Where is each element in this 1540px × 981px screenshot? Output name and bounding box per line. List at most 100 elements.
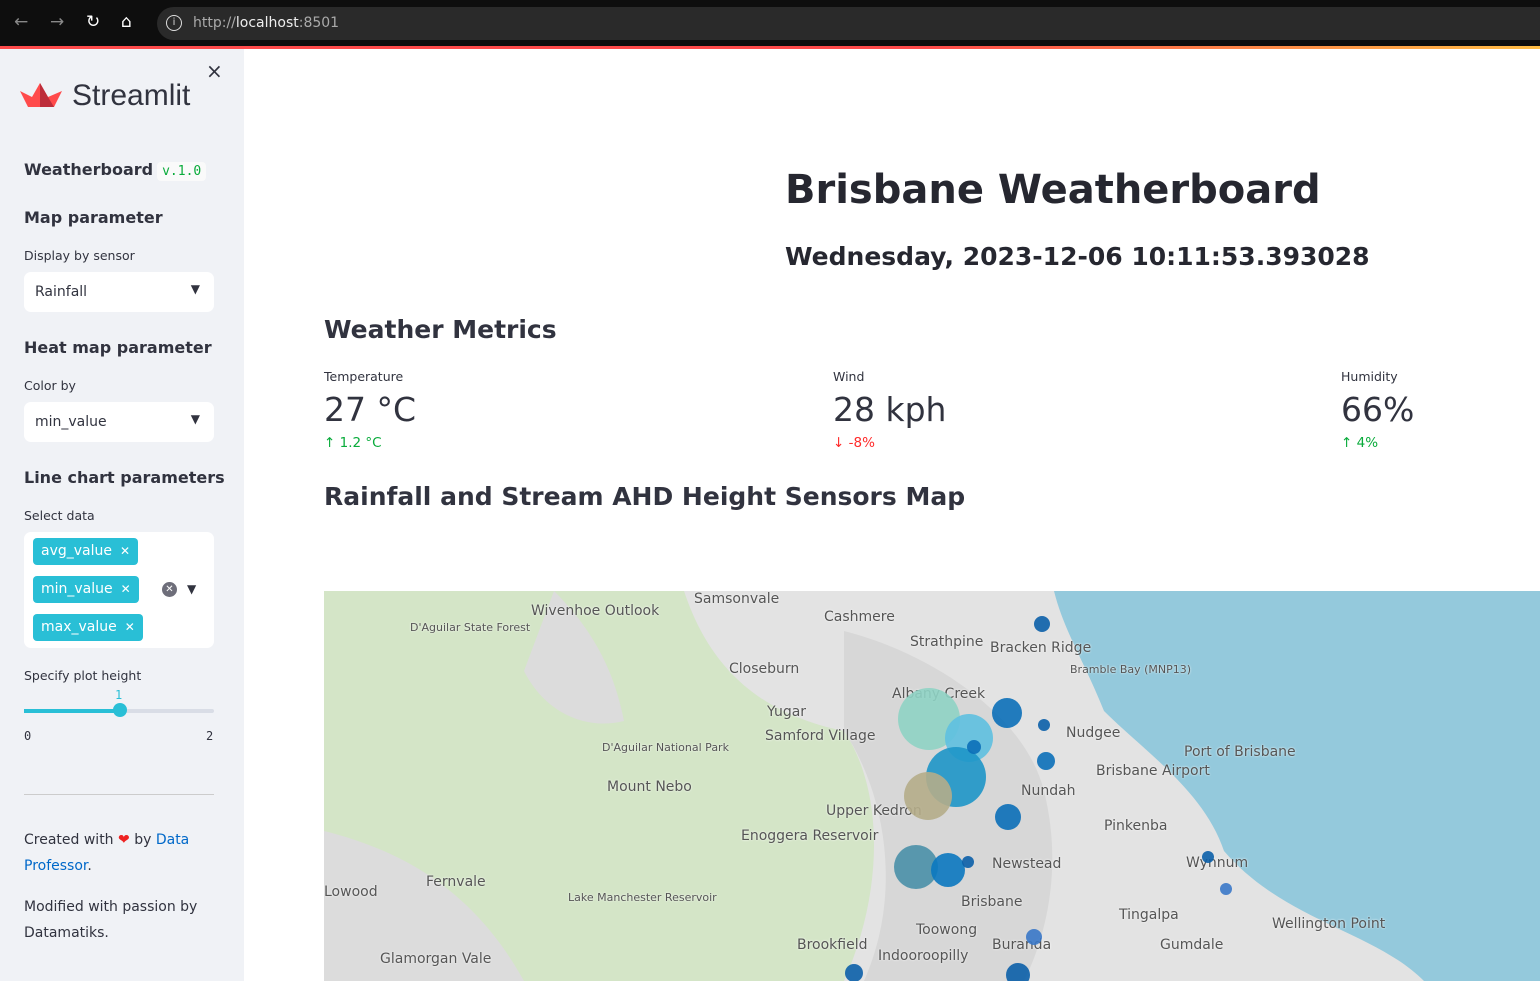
color-select[interactable]: min_value ▼ [24,402,214,442]
metric-delta: ↑ 4% [1341,435,1379,451]
sensor-marker[interactable] [904,772,952,820]
metric-label: Temperature [324,369,404,384]
metric-value: 66% [1341,390,1415,429]
sensor-marker[interactable] [931,853,965,887]
metric-wind: Wind 28 kph ↓ -8% [833,369,946,451]
close-sidebar-button[interactable]: × [206,59,223,83]
map-place-label: Yugar [767,704,807,720]
sensor-marker[interactable] [1006,963,1030,981]
map-place-label: Nudgee [1066,725,1121,741]
sensor-marker[interactable] [967,740,981,754]
page-title: Brisbane Weatherboard [785,167,1321,213]
credit-text: Created with ❤ by Data Professor. [24,827,224,879]
data-professor-link-2[interactable]: Professor [24,858,87,874]
map-place-label: Newstead [992,856,1062,872]
map-place-label: Tingalpa [1119,907,1179,923]
map-place-label: Wellington Point [1272,916,1386,932]
browser-toolbar: ← → ↻ ⌂ i http://localhost:8501 [0,0,1540,46]
sensor-marker[interactable] [845,964,863,981]
logo-text: Streamlit [72,79,191,112]
credit-suffix: . [87,858,92,874]
select-data-label: Select data [24,508,95,523]
tag-label: min_value [41,581,113,597]
map-place-label: Indooroopilly [878,948,969,964]
address-bar[interactable]: i http://localhost:8501 [157,7,1540,40]
map-place-label: Wivenhoe Outlook [531,603,660,619]
map-place-label: Nundah [1021,783,1076,799]
map-place-label: Strathpine [910,634,984,650]
url-prefix: http:// [193,15,236,31]
sensor-marker[interactable] [992,698,1022,728]
home-icon[interactable]: ⌂ [121,12,132,32]
forward-icon[interactable]: → [50,12,64,32]
map-place-label: Samford Village [765,728,876,744]
sensor-marker[interactable] [1037,752,1055,770]
map-place-label: Closeburn [729,661,800,677]
chevron-down-icon: ▼ [190,412,200,426]
display-label: Display by sensor [24,248,135,263]
sensor-marker[interactable] [1220,883,1232,895]
sidebar: × Streamlit Weatherboard v.1.0 Map parame… [0,49,244,981]
map-place-label: Buranda [992,937,1052,953]
map-place-label: Brookfield [797,937,868,953]
url-host: localhost [235,15,299,31]
tag-avg-value[interactable]: avg_value ✕ [33,538,139,565]
slider-min: 0 [24,729,32,743]
slider-max: 2 [206,729,214,743]
map-place-label: Mount Nebo [607,779,692,795]
sensor-marker[interactable] [962,856,974,868]
map-place-label: Lake Manchester Reservoir [568,891,717,904]
color-value: min_value [35,414,107,430]
sensor-marker[interactable] [1034,616,1050,632]
delta-text: 1.2 °C [339,435,382,451]
crown-icon [20,83,62,107]
map-place-label: Bramble Bay (MNP13) [1070,663,1192,676]
plot-height-slider[interactable] [24,703,214,717]
slider-thumb[interactable] [113,703,127,717]
chevron-down-icon[interactable]: ▼ [187,582,196,596]
metrics-header: Weather Metrics [324,315,557,344]
map-place-label: Gumdale [1160,937,1224,953]
color-label: Color by [24,378,76,393]
metric-value: 27 °C [324,390,417,429]
remove-tag-icon[interactable]: ✕ [121,582,131,596]
map-place-label: Brisbane Airport [1096,763,1210,779]
remove-tag-icon[interactable]: ✕ [120,544,130,558]
reload-icon[interactable]: ↻ [86,12,100,32]
slider-value: 1 [115,688,123,702]
tag-min-value[interactable]: min_value ✕ [33,576,139,603]
tag-label: avg_value [41,543,112,559]
map-place-label: D'Aguilar National Park [602,741,729,754]
metric-delta: ↑ 1.2 °C [324,435,382,451]
date-subtitle: Wednesday, 2023-12-06 10:11:53.393028 [785,242,1370,271]
tag-max-value[interactable]: max_value ✕ [33,614,143,641]
select-data-multiselect[interactable]: avg_value ✕ min_value ✕ max_value ✕ ✕ ▼ [24,532,214,648]
map-place-label: Pinkenba [1104,818,1168,834]
streamlit-logo: Streamlit [20,79,190,113]
remove-tag-icon[interactable]: ✕ [125,620,135,634]
map-place-label: Port of Brisbane [1184,744,1296,760]
metric-temperature: Temperature 27 °C ↑ 1.2 °C [324,369,416,451]
map-place-label: Brisbane [961,894,1023,910]
data-professor-link[interactable]: Data [156,832,189,848]
back-icon[interactable]: ← [14,12,28,32]
map-place-label: Lowood [324,884,378,900]
map-place-label: Bracken Ridge [990,640,1092,656]
map-place-label: Enoggera Reservoir [741,828,879,844]
display-select[interactable]: Rainfall ▼ [24,272,214,312]
info-icon[interactable]: i [166,15,182,31]
map-place-label: Glamorgan Vale [380,951,492,967]
delta-text: -8% [848,435,875,451]
credit-prefix: Created with [24,832,114,848]
sensor-marker[interactable] [995,804,1021,830]
main-content: Brisbane Weatherboard Wednesday, 2023-12… [244,49,1540,981]
metric-value: 28 kph [833,390,947,429]
divider [24,794,214,795]
sensor-marker[interactable] [1026,929,1042,945]
sensor-map[interactable]: Samsonvale Wivenhoe Outlook Cashmere Strath… [324,591,1540,981]
clear-all-icon[interactable]: ✕ [162,582,177,597]
sensor-marker[interactable] [1202,851,1214,863]
sensor-marker[interactable] [1038,719,1050,731]
version-badge: v.1.0 [157,162,207,181]
tag-label: max_value [41,619,117,635]
